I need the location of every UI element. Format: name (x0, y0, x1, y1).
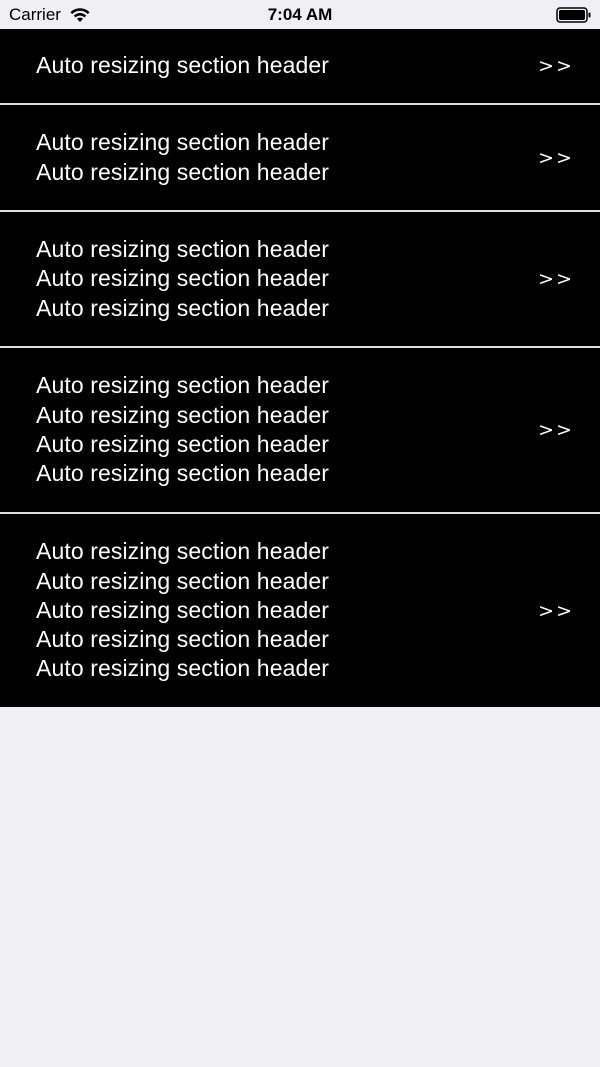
status-bar: Carrier 7:04 AM (0, 0, 600, 29)
section-header-title: Auto resizing section header Auto resizi… (36, 372, 330, 487)
status-time: 7:04 AM (267, 5, 333, 24)
section-header-title: Auto resizing section header Auto resizi… (36, 236, 330, 321)
section-header-5[interactable]: Auto resizing section header Auto resizi… (0, 514, 600, 707)
section-header-title: Auto resizing section header Auto resizi… (36, 129, 330, 185)
disclosure-chevron-icon: >> (538, 419, 574, 441)
section-header-4[interactable]: Auto resizing section header Auto resizi… (0, 348, 600, 514)
section-header-1[interactable]: Auto resizing section header >> (0, 29, 600, 105)
disclosure-chevron-icon: >> (538, 599, 574, 622)
section-header-2[interactable]: Auto resizing section header Auto resizi… (0, 105, 600, 212)
disclosure-chevron-icon: >> (538, 146, 574, 169)
disclosure-chevron-icon: >> (538, 55, 574, 77)
section-header-title: Auto resizing section header (36, 52, 330, 79)
table-view[interactable]: Auto resizing section header >> Auto res… (0, 29, 600, 707)
section-header-3[interactable]: Auto resizing section header Auto resizi… (0, 212, 600, 348)
battery-icon (556, 7, 591, 23)
section-header-title: Auto resizing section header Auto resizi… (36, 538, 330, 682)
disclosure-chevron-icon: >> (538, 268, 574, 290)
